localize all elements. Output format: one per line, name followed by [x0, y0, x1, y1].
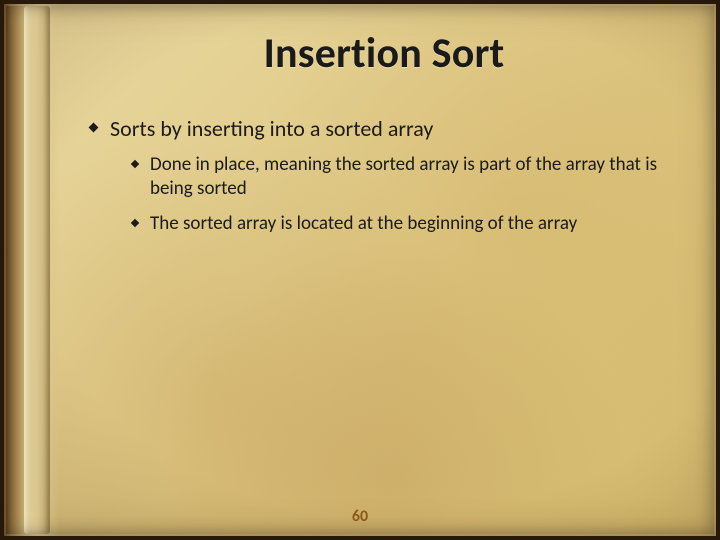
slide-content: Insertion Sort Sorts by inserting into a… [80, 28, 688, 516]
bullet-top-text: Sorts by inserting into a sorted array [110, 115, 433, 142]
sub-bullet-2: The sorted array is located at the begin… [130, 212, 688, 237]
page-number: 60 [0, 507, 720, 526]
sub-bullet-1: Done in place, meaning the sorted array … [130, 153, 688, 202]
book-spine [0, 0, 60, 540]
bullet-top: Sorts by inserting into a sorted array D… [88, 115, 688, 237]
slide-title: Insertion Sort [80, 28, 688, 79]
slide: Insertion Sort Sorts by inserting into a… [0, 0, 720, 540]
bullet-list: Sorts by inserting into a sorted array D… [80, 115, 688, 237]
sub-bullet-list: Done in place, meaning the sorted array … [110, 153, 688, 237]
